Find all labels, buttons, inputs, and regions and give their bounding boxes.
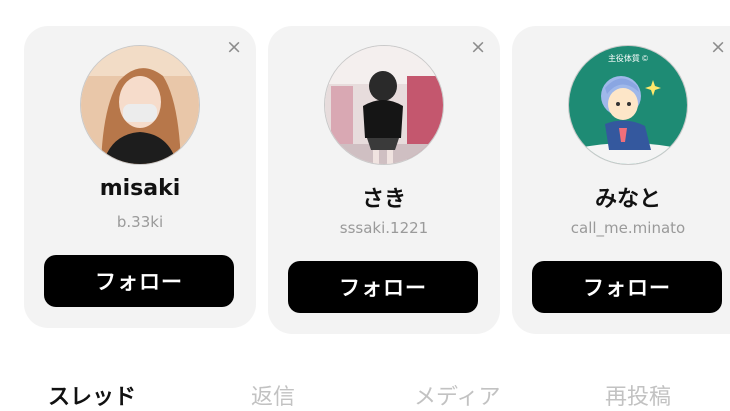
user-name: misaki (99, 176, 181, 201)
suggestion-card-minato[interactable]: × 主役体質 © みなと call_me.minato フォロー (512, 26, 730, 334)
avatar-photo-woman-icon (81, 46, 199, 164)
avatar[interactable]: 主役体質 © (569, 46, 687, 164)
tab-reposts[interactable]: 再投稿 (605, 379, 671, 411)
follow-button[interactable]: フォロー (288, 261, 478, 313)
close-icon[interactable]: × (226, 38, 242, 57)
tab-media[interactable]: メディア (414, 379, 500, 411)
user-handle: b.33ki (116, 213, 164, 231)
user-handle: sssaki.1221 (339, 219, 429, 237)
user-handle: call_me.minato (570, 219, 686, 237)
tab-threads[interactable]: スレッド (48, 379, 136, 411)
avatar-illustration-icon: 主役体質 © (569, 46, 687, 164)
tab-replies[interactable]: 返信 (251, 379, 295, 411)
suggestion-card-misaki[interactable]: × misaki b.33ki フォロー (24, 26, 256, 328)
suggestion-card-saki[interactable]: × さき sssaki.1221 フォロー (268, 26, 500, 334)
user-name: さき (361, 187, 406, 212)
avatar[interactable] (325, 46, 443, 164)
follow-button[interactable]: フォロー (532, 261, 722, 313)
close-icon[interactable]: × (470, 38, 486, 57)
close-icon[interactable]: × (710, 38, 726, 57)
follow-button[interactable]: フォロー (44, 255, 234, 307)
avatar[interactable] (81, 46, 199, 164)
user-name: みなと (594, 187, 661, 212)
avatar-photo-mirror-selfie-icon (325, 46, 443, 164)
avatar-caption: 主役体質 © (608, 53, 648, 63)
